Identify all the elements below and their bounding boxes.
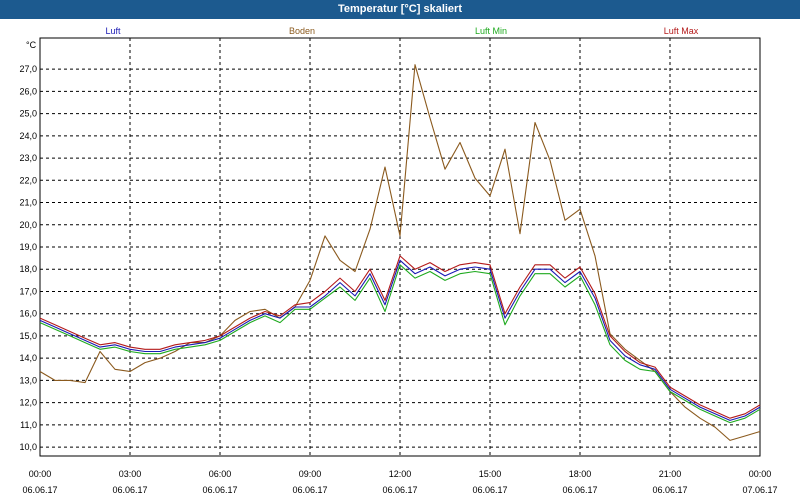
y-tick-label: 17,0 (19, 286, 37, 296)
y-tick-label: 22,0 (19, 175, 37, 185)
y-tick-label: 12,0 (19, 398, 37, 408)
legend-item-luft-max: Luft Max (664, 26, 699, 36)
x-axis: 00:00 06.06.17 03:00 06.06.17 06:00 06.06.17 0… (22, 469, 777, 495)
chart-window: Temperatur [°C] skaliert 10,0 11,0 12,0 13,… (0, 0, 800, 500)
y-tick-label: 21,0 (19, 198, 37, 208)
x-tick-date: 06.06.17 (382, 485, 417, 495)
y-tick-label: 16,0 (19, 309, 37, 319)
series-line-boden (39, 64, 761, 441)
x-tick-time: 18:00 (569, 469, 592, 479)
x-tick-date: 06.06.17 (292, 485, 327, 495)
y-tick-label: 27,0 (19, 64, 37, 74)
y-axis-label: °C (26, 40, 37, 50)
y-tick-label: 23,0 (19, 153, 37, 163)
x-tick-date: 06.06.17 (22, 485, 57, 495)
x-tick-date: 06.06.17 (652, 485, 687, 495)
y-tick-label: 10,0 (19, 442, 37, 452)
x-tick-time: 03:00 (119, 469, 142, 479)
x-tick-time: 00:00 (29, 469, 52, 479)
legend: Luft Boden Luft Min Luft Max (105, 26, 698, 36)
y-tick-label: 14,0 (19, 353, 37, 363)
y-tick-label: 11,0 (20, 420, 37, 430)
y-axis: 10,0 11,0 12,0 13,0 14,0 15,0 16,0 17,0 18,0 19,0… (19, 64, 37, 452)
x-tick-date: 06.06.17 (202, 485, 237, 495)
legend-item-luft-min: Luft Min (475, 26, 507, 36)
x-tick-date: 06.06.17 (472, 485, 507, 495)
y-tick-label: 19,0 (19, 242, 37, 252)
series-lines (39, 64, 761, 441)
line-chart: 10,0 11,0 12,0 13,0 14,0 15,0 16,0 17,0 18,0 19,0… (19, 26, 777, 495)
y-tick-label: 25,0 (19, 109, 37, 119)
y-tick-label: 20,0 (19, 220, 37, 230)
x-tick-time: 06:00 (209, 469, 232, 479)
x-tick-date: 06.06.17 (562, 485, 597, 495)
y-tick-label: 15,0 (19, 331, 37, 341)
y-tick-label: 18,0 (19, 264, 37, 274)
legend-item-luft: Luft (105, 26, 121, 36)
x-tick-date: 07.06.17 (742, 485, 777, 495)
x-tick-time: 15:00 (479, 469, 502, 479)
x-tick-time: 21:00 (659, 469, 682, 479)
x-tick-time: 12:00 (389, 469, 412, 479)
x-tick-time: 09:00 (299, 469, 322, 479)
grid (40, 38, 760, 456)
y-tick-label: 13,0 (19, 375, 37, 385)
legend-item-boden: Boden (289, 26, 315, 36)
y-tick-label: 26,0 (19, 86, 37, 96)
x-tick-time: 00:00 (749, 469, 772, 479)
y-tick-label: 24,0 (19, 131, 37, 141)
x-tick-date: 06.06.17 (112, 485, 147, 495)
